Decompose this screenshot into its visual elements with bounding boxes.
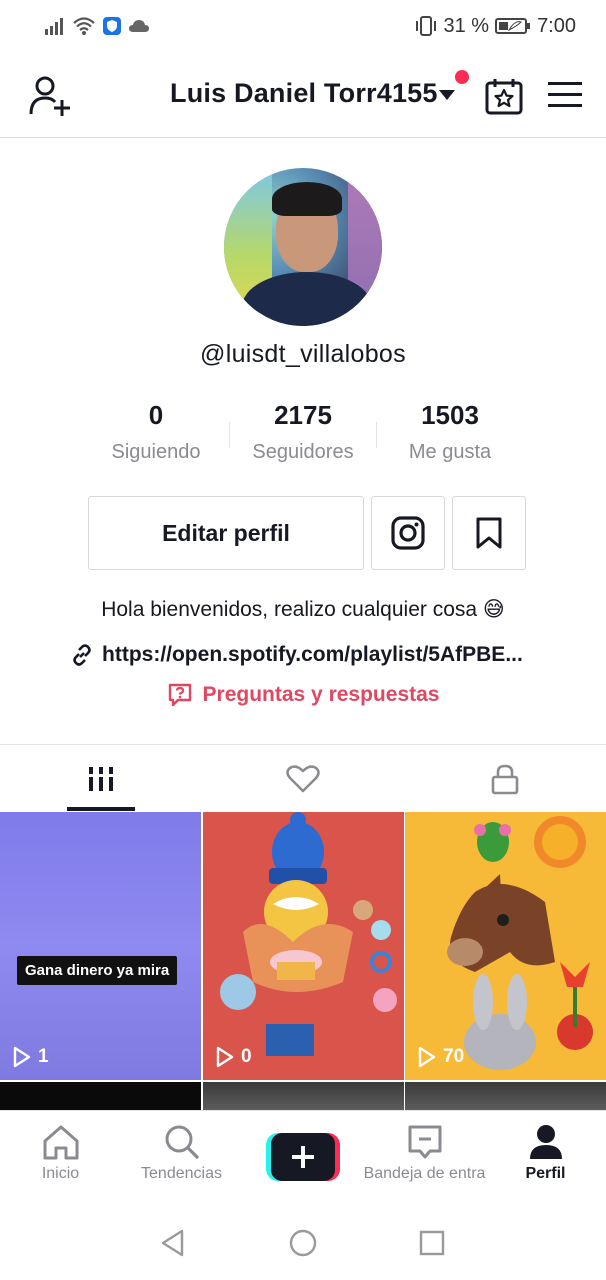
caret-down-icon[interactable] <box>439 90 455 100</box>
video-views: 1 <box>12 1046 49 1068</box>
edit-profile-button[interactable]: Editar perfil <box>88 496 364 570</box>
status-bar: 31 % 7:00 <box>0 0 606 52</box>
stat-followers[interactable]: 2175 Seguidores <box>228 400 378 464</box>
profile-link-text[interactable]: https://open.spotify.com/playlist/5AfPBE… <box>102 643 523 667</box>
tab-active-indicator <box>67 807 135 811</box>
video-thumbnail[interactable] <box>405 1082 606 1110</box>
video-grid: Gana dinero ya mira 1 0 70 <box>0 812 606 1110</box>
nav-label: Tendencias <box>141 1165 222 1182</box>
heart-icon <box>286 765 320 793</box>
bottom-navigation: Inicio Tendencias Bandeja de entra Perfi… <box>0 1110 606 1202</box>
thumbnail-art <box>405 812 606 1080</box>
profile-icon <box>529 1125 562 1159</box>
instagram-icon <box>391 516 425 550</box>
nav-label: Bandeja de entra <box>363 1165 486 1182</box>
tab-liked[interactable] <box>202 745 404 813</box>
video-views: 0 <box>215 1046 252 1068</box>
vibrate-icon <box>416 16 437 36</box>
avatar[interactable] <box>224 168 382 326</box>
wifi-icon <box>73 17 95 35</box>
stat-following[interactable]: 0 Siguiendo <box>81 400 231 464</box>
system-navigation <box>0 1202 606 1280</box>
video-views: 70 <box>417 1046 464 1068</box>
recents-icon[interactable] <box>417 1228 447 1258</box>
lock-icon <box>491 764 519 795</box>
account-name[interactable]: Luis Daniel Torr4155 <box>170 78 438 109</box>
signal-icon <box>45 18 63 35</box>
stat-label: Siguiendo <box>111 441 201 463</box>
play-icon <box>418 1046 436 1068</box>
favorites-button[interactable] <box>452 496 526 570</box>
home-circle-icon[interactable] <box>288 1228 318 1258</box>
views-count: 0 <box>241 1046 252 1067</box>
battery-percent: 31 % <box>443 14 490 37</box>
nav-discover[interactable]: Tendencias <box>121 1123 242 1199</box>
home-icon <box>43 1125 78 1160</box>
video-thumbnail[interactable]: Gana dinero ya mira 1 <box>0 812 201 1080</box>
menu-icon[interactable] <box>546 80 584 110</box>
back-icon[interactable] <box>158 1228 188 1258</box>
calendar-star-icon[interactable] <box>484 76 524 116</box>
inbox-icon <box>408 1125 441 1159</box>
shield-app-icon <box>103 17 121 35</box>
link-icon <box>73 644 91 666</box>
bookmark-icon <box>476 517 502 549</box>
video-thumbnail[interactable]: 70 <box>405 812 606 1080</box>
search-icon <box>165 1125 199 1160</box>
videos-grid-icon <box>89 767 113 791</box>
stat-label: Seguidores <box>252 441 354 463</box>
cloud-icon <box>129 20 149 32</box>
stat-likes[interactable]: 1503 Me gusta <box>375 400 525 464</box>
stat-value: 0 <box>148 400 164 430</box>
thumbnail-art <box>203 812 404 1080</box>
nav-label: Perfil <box>525 1165 566 1182</box>
video-thumbnail[interactable] <box>0 1082 201 1110</box>
video-thumbnail[interactable] <box>203 1082 404 1110</box>
nav-inbox[interactable]: Bandeja de entra <box>364 1123 485 1199</box>
video-thumbnail[interactable]: 0 <box>203 812 404 1080</box>
tab-videos[interactable] <box>0 745 202 813</box>
nav-home[interactable]: Inicio <box>0 1123 121 1199</box>
qa-link[interactable]: Preguntas y respuestas <box>0 682 606 708</box>
profile-bio: Hola bienvenidos, realizo cualquier cosa… <box>101 598 505 621</box>
profile-header: Luis Daniel Torr4155 <box>0 52 606 138</box>
play-icon <box>216 1046 234 1068</box>
stat-value: 2175 <box>274 400 332 430</box>
add-user-icon[interactable] <box>28 74 72 118</box>
profile-handle: @luisdt_villalobos <box>200 340 406 368</box>
question-bubble-icon <box>168 683 191 707</box>
video-caption: Gana dinero ya mira <box>17 956 178 985</box>
instagram-button[interactable] <box>371 496 445 570</box>
nav-label: Inicio <box>41 1165 80 1182</box>
profile-link[interactable]: https://open.spotify.com/playlist/5AfPBE… <box>70 640 550 670</box>
nav-profile[interactable]: Perfil <box>485 1123 606 1199</box>
profile-stats: 0 Siguiendo 2175 Seguidores 1503 Me gust… <box>0 400 606 470</box>
views-count: 70 <box>443 1046 465 1067</box>
views-count: 1 <box>38 1046 49 1067</box>
create-icon[interactable] <box>266 1133 340 1181</box>
battery-icon <box>495 18 531 34</box>
play-icon <box>13 1046 31 1068</box>
tab-private[interactable] <box>404 745 606 813</box>
notification-dot <box>455 70 469 84</box>
content-tabs <box>0 744 606 812</box>
status-time: 7:00 <box>537 14 576 37</box>
stat-value: 1503 <box>421 400 479 430</box>
qa-label[interactable]: Preguntas y respuestas <box>203 683 440 707</box>
stat-label: Me gusta <box>408 441 492 463</box>
